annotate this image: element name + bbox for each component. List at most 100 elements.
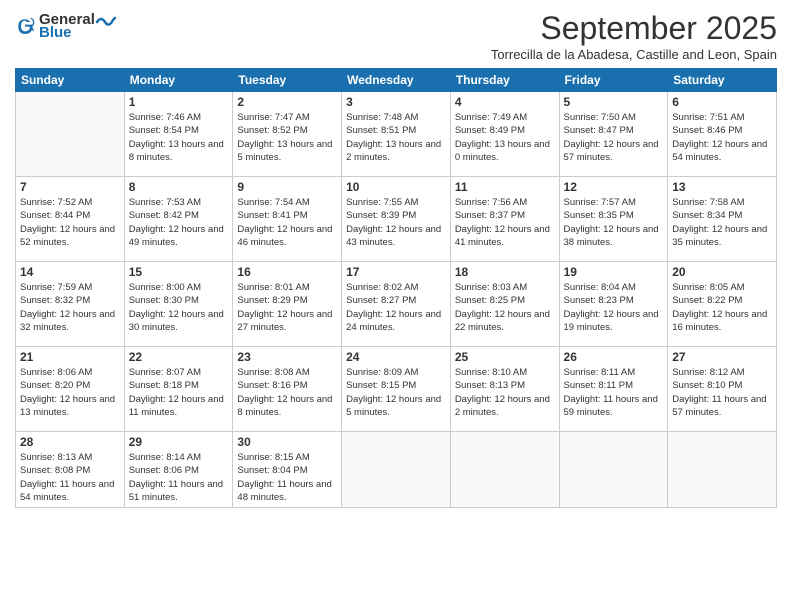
day-number: 11 xyxy=(455,180,555,194)
calendar-cell: 12 Sunrise: 7:57 AM Sunset: 8:35 PM Dayl… xyxy=(559,177,668,262)
day-number: 26 xyxy=(564,350,664,364)
day-number: 3 xyxy=(346,95,446,109)
calendar-cell: 1 Sunrise: 7:46 AM Sunset: 8:54 PM Dayli… xyxy=(124,92,233,177)
calendar-cell xyxy=(16,92,125,177)
day-detail: Sunrise: 7:55 AM Sunset: 8:39 PM Dayligh… xyxy=(346,196,446,249)
day-detail: Sunrise: 8:01 AM Sunset: 8:29 PM Dayligh… xyxy=(237,281,337,334)
calendar-cell xyxy=(450,432,559,508)
calendar-cell xyxy=(342,432,451,508)
calendar-cell xyxy=(559,432,668,508)
calendar-cell: 25 Sunrise: 8:10 AM Sunset: 8:13 PM Dayl… xyxy=(450,347,559,432)
day-detail: Sunrise: 8:02 AM Sunset: 8:27 PM Dayligh… xyxy=(346,281,446,334)
day-detail: Sunrise: 8:06 AM Sunset: 8:20 PM Dayligh… xyxy=(20,366,120,419)
logo: General Blue xyxy=(15,10,117,41)
day-detail: Sunrise: 7:56 AM Sunset: 8:37 PM Dayligh… xyxy=(455,196,555,249)
day-detail: Sunrise: 8:10 AM Sunset: 8:13 PM Dayligh… xyxy=(455,366,555,419)
calendar-cell: 11 Sunrise: 7:56 AM Sunset: 8:37 PM Dayl… xyxy=(450,177,559,262)
day-detail: Sunrise: 8:12 AM Sunset: 8:10 PM Dayligh… xyxy=(672,366,772,419)
header-monday: Monday xyxy=(124,69,233,92)
calendar-cell: 17 Sunrise: 8:02 AM Sunset: 8:27 PM Dayl… xyxy=(342,262,451,347)
weekday-header-row: Sunday Monday Tuesday Wednesday Thursday… xyxy=(16,69,777,92)
calendar-cell: 20 Sunrise: 8:05 AM Sunset: 8:22 PM Dayl… xyxy=(668,262,777,347)
day-number: 5 xyxy=(564,95,664,109)
calendar-cell: 28 Sunrise: 8:13 AM Sunset: 8:08 PM Dayl… xyxy=(16,432,125,508)
day-detail: Sunrise: 8:08 AM Sunset: 8:16 PM Dayligh… xyxy=(237,366,337,419)
day-detail: Sunrise: 7:57 AM Sunset: 8:35 PM Dayligh… xyxy=(564,196,664,249)
day-detail: Sunrise: 7:46 AM Sunset: 8:54 PM Dayligh… xyxy=(129,111,229,164)
header-sunday: Sunday xyxy=(16,69,125,92)
calendar-cell: 18 Sunrise: 8:03 AM Sunset: 8:25 PM Dayl… xyxy=(450,262,559,347)
day-detail: Sunrise: 8:15 AM Sunset: 8:04 PM Dayligh… xyxy=(237,451,337,504)
day-number: 18 xyxy=(455,265,555,279)
logo-text: General Blue xyxy=(39,10,117,41)
calendar-cell: 9 Sunrise: 7:54 AM Sunset: 8:41 PM Dayli… xyxy=(233,177,342,262)
calendar-cell: 19 Sunrise: 8:04 AM Sunset: 8:23 PM Dayl… xyxy=(559,262,668,347)
day-detail: Sunrise: 8:09 AM Sunset: 8:15 PM Dayligh… xyxy=(346,366,446,419)
day-detail: Sunrise: 7:53 AM Sunset: 8:42 PM Dayligh… xyxy=(129,196,229,249)
header-thursday: Thursday xyxy=(450,69,559,92)
day-number: 6 xyxy=(672,95,772,109)
day-detail: Sunrise: 7:59 AM Sunset: 8:32 PM Dayligh… xyxy=(20,281,120,334)
day-number: 4 xyxy=(455,95,555,109)
calendar-cell: 13 Sunrise: 7:58 AM Sunset: 8:34 PM Dayl… xyxy=(668,177,777,262)
calendar-cell: 21 Sunrise: 8:06 AM Sunset: 8:20 PM Dayl… xyxy=(16,347,125,432)
calendar-cell: 4 Sunrise: 7:49 AM Sunset: 8:49 PM Dayli… xyxy=(450,92,559,177)
calendar-cell: 29 Sunrise: 8:14 AM Sunset: 8:06 PM Dayl… xyxy=(124,432,233,508)
day-detail: Sunrise: 8:14 AM Sunset: 8:06 PM Dayligh… xyxy=(129,451,229,504)
day-detail: Sunrise: 7:52 AM Sunset: 8:44 PM Dayligh… xyxy=(20,196,120,249)
day-detail: Sunrise: 8:05 AM Sunset: 8:22 PM Dayligh… xyxy=(672,281,772,334)
header: General Blue September 2025 Torrecilla d… xyxy=(15,10,777,62)
day-number: 27 xyxy=(672,350,772,364)
day-number: 7 xyxy=(20,180,120,194)
day-detail: Sunrise: 8:07 AM Sunset: 8:18 PM Dayligh… xyxy=(129,366,229,419)
calendar-cell: 8 Sunrise: 7:53 AM Sunset: 8:42 PM Dayli… xyxy=(124,177,233,262)
day-detail: Sunrise: 7:54 AM Sunset: 8:41 PM Dayligh… xyxy=(237,196,337,249)
day-number: 1 xyxy=(129,95,229,109)
location-title: Torrecilla de la Abadesa, Castille and L… xyxy=(491,47,777,62)
day-number: 24 xyxy=(346,350,446,364)
calendar-cell xyxy=(668,432,777,508)
day-number: 9 xyxy=(237,180,337,194)
header-friday: Friday xyxy=(559,69,668,92)
calendar-cell: 23 Sunrise: 8:08 AM Sunset: 8:16 PM Dayl… xyxy=(233,347,342,432)
day-number: 29 xyxy=(129,435,229,449)
day-number: 16 xyxy=(237,265,337,279)
calendar-cell: 22 Sunrise: 8:07 AM Sunset: 8:18 PM Dayl… xyxy=(124,347,233,432)
day-number: 15 xyxy=(129,265,229,279)
header-tuesday: Tuesday xyxy=(233,69,342,92)
day-number: 14 xyxy=(20,265,120,279)
day-number: 28 xyxy=(20,435,120,449)
day-detail: Sunrise: 7:51 AM Sunset: 8:46 PM Dayligh… xyxy=(672,111,772,164)
day-detail: Sunrise: 8:04 AM Sunset: 8:23 PM Dayligh… xyxy=(564,281,664,334)
calendar-cell: 2 Sunrise: 7:47 AM Sunset: 8:52 PM Dayli… xyxy=(233,92,342,177)
day-number: 17 xyxy=(346,265,446,279)
day-number: 23 xyxy=(237,350,337,364)
calendar-cell: 6 Sunrise: 7:51 AM Sunset: 8:46 PM Dayli… xyxy=(668,92,777,177)
day-detail: Sunrise: 7:48 AM Sunset: 8:51 PM Dayligh… xyxy=(346,111,446,164)
day-detail: Sunrise: 8:00 AM Sunset: 8:30 PM Dayligh… xyxy=(129,281,229,334)
calendar-cell: 7 Sunrise: 7:52 AM Sunset: 8:44 PM Dayli… xyxy=(16,177,125,262)
day-number: 13 xyxy=(672,180,772,194)
day-detail: Sunrise: 7:50 AM Sunset: 8:47 PM Dayligh… xyxy=(564,111,664,164)
calendar-cell: 15 Sunrise: 8:00 AM Sunset: 8:30 PM Dayl… xyxy=(124,262,233,347)
day-detail: Sunrise: 8:03 AM Sunset: 8:25 PM Dayligh… xyxy=(455,281,555,334)
calendar-cell: 10 Sunrise: 7:55 AM Sunset: 8:39 PM Dayl… xyxy=(342,177,451,262)
day-detail: Sunrise: 7:58 AM Sunset: 8:34 PM Dayligh… xyxy=(672,196,772,249)
month-title: September 2025 xyxy=(491,10,777,47)
day-number: 30 xyxy=(237,435,337,449)
day-detail: Sunrise: 8:13 AM Sunset: 8:08 PM Dayligh… xyxy=(20,451,120,504)
day-number: 12 xyxy=(564,180,664,194)
day-detail: Sunrise: 7:49 AM Sunset: 8:49 PM Dayligh… xyxy=(455,111,555,164)
page: General Blue September 2025 Torrecilla d… xyxy=(0,0,792,612)
day-detail: Sunrise: 8:11 AM Sunset: 8:11 PM Dayligh… xyxy=(564,366,664,419)
day-number: 25 xyxy=(455,350,555,364)
logo-wave-icon xyxy=(95,10,117,28)
logo-icon xyxy=(15,16,35,36)
header-wednesday: Wednesday xyxy=(342,69,451,92)
day-number: 21 xyxy=(20,350,120,364)
day-number: 10 xyxy=(346,180,446,194)
day-number: 20 xyxy=(672,265,772,279)
calendar-table: Sunday Monday Tuesday Wednesday Thursday… xyxy=(15,68,777,508)
day-number: 2 xyxy=(237,95,337,109)
calendar-cell: 3 Sunrise: 7:48 AM Sunset: 8:51 PM Dayli… xyxy=(342,92,451,177)
